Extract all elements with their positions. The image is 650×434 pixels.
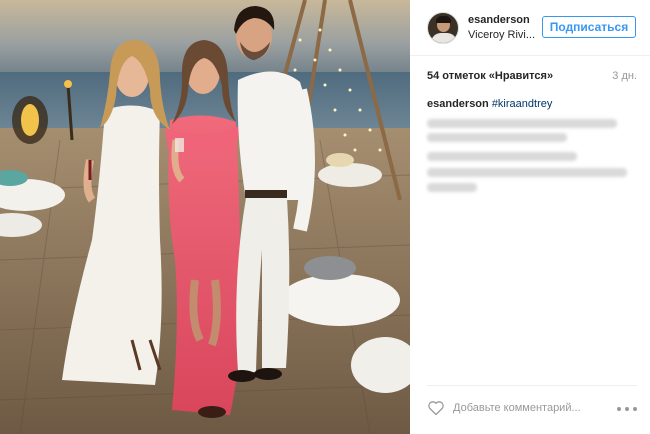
comment-input[interactable]: Добавьте комментарий... [453,402,581,414]
caption-username[interactable]: esanderson [427,98,489,110]
instagram-post: esanderson Viceroy Rivi... Подписаться 5… [0,0,650,434]
blurred-comment-line [427,133,567,142]
caption-hashtag[interactable]: #kiraandtrey [492,98,553,110]
post-stats: 54 отметок «Нравится» 3 дн. [427,70,637,88]
post-side-panel: esanderson Viceroy Rivi... Подписаться 5… [410,0,650,434]
header-location[interactable]: Viceroy Rivi... [468,29,535,41]
blurred-comment-line [427,168,627,177]
likes-count[interactable]: 54 отметок «Нравится» [427,70,553,82]
post-photo[interactable] [0,0,410,434]
blurred-comment-line [427,152,577,161]
post-header: esanderson Viceroy Rivi... Подписаться [410,0,650,56]
avatar[interactable] [427,12,459,44]
more-options-icon[interactable] [617,407,637,411]
beach-photo-illustration [0,0,410,434]
post-caption: esanderson #kiraandtrey [427,98,637,110]
post-footer: Добавьте комментарий... [427,385,637,425]
blurred-comment-line [427,183,477,192]
time-ago[interactable]: 3 дн. [612,70,637,82]
follow-button[interactable]: Подписаться [542,16,636,38]
header-username[interactable]: esanderson [468,14,530,26]
heart-icon[interactable] [427,400,445,416]
blurred-comment-line [427,119,617,128]
